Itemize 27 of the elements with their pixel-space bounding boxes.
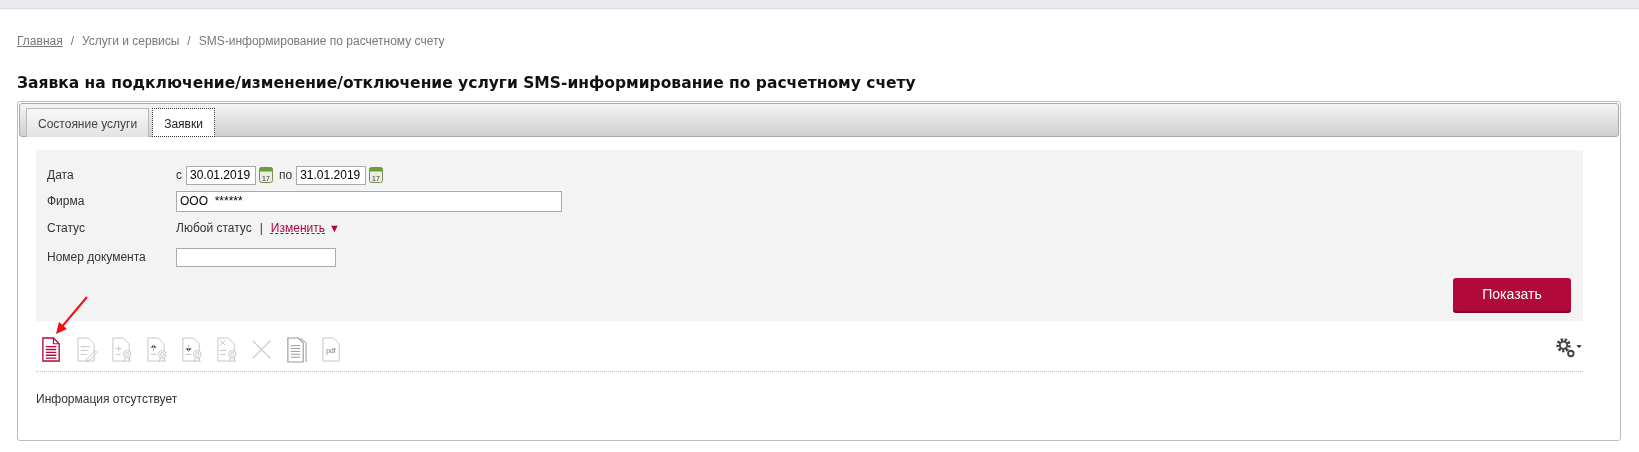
- date-to-field[interactable]: 31.01.2019: [296, 165, 367, 185]
- field-label: Дата: [47, 167, 75, 185]
- field-label: Фирма: [47, 193, 86, 211]
- breadcrumb-item: Услуги и сервисы: [82, 34, 180, 48]
- status-value: Любой статус: [176, 220, 252, 238]
- arrow-drawing: [54, 295, 90, 336]
- date-prefix: с: [176, 167, 182, 185]
- page-title: Заявка на подключение/изменение/отключение услуги SMS-информирование по расчетному счету: [17, 73, 917, 94]
- firm-field[interactable]: ООО ******: [176, 190, 562, 212]
- breadcrumb-item: SMS-информирование по расчетному счету: [198, 34, 445, 48]
- show-button[interactable]: Показать: [1453, 278, 1571, 314]
- empty-message: Информация отсутствует: [36, 391, 179, 409]
- breadcrumb-link[interactable]: Главная: [17, 34, 63, 48]
- settings-icon[interactable]: [1555, 337, 1583, 360]
- caret-icon[interactable]: ▼: [329, 220, 340, 237]
- field-label: Номер документа: [47, 249, 147, 267]
- field-label: Статус: [47, 220, 86, 238]
- breadcrumb-separator: /: [187, 34, 191, 48]
- status-separator: |: [259, 220, 263, 238]
- breadcrumb-separator: /: [70, 34, 75, 48]
- document-icon[interactable]: [40, 337, 63, 364]
- date-from-field[interactable]: 30.01.2019: [186, 165, 256, 185]
- date-prefix: по: [279, 167, 293, 185]
- change-link[interactable]: Изменить: [270, 219, 325, 238]
- tab[interactable]: Состояние услуги: [26, 108, 150, 138]
- tab[interactable]: Заявки: [152, 108, 215, 138]
- document-number-field[interactable]: [176, 247, 336, 267]
